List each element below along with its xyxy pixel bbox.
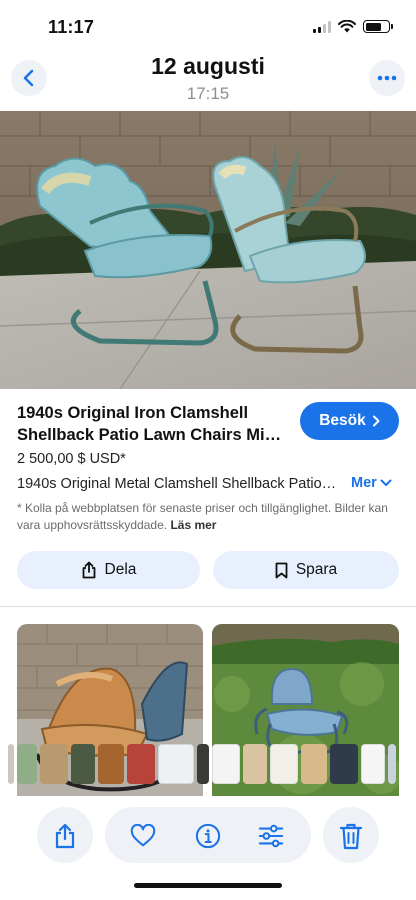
status-bar: 11:17 xyxy=(0,0,416,54)
listing-title[interactable]: 1940s Original Iron Clamshell Shellback … xyxy=(17,402,287,446)
bottom-toolbar xyxy=(0,805,416,865)
chevron-down-icon xyxy=(380,479,392,486)
photo-scrubber[interactable] xyxy=(8,741,408,787)
listing-description: 1940s Original Metal Clamshell Shellback… xyxy=(17,476,337,492)
nav-header: 12 augusti 17:15 xyxy=(0,50,416,110)
favorite-button[interactable] xyxy=(130,823,156,849)
chairs-photo xyxy=(0,111,416,389)
more-label: Mer xyxy=(351,475,377,491)
ellipsis-icon xyxy=(377,75,397,81)
status-time: 11:17 xyxy=(48,17,95,37)
description-row: 1940s Original Metal Clamshell Shellback… xyxy=(17,475,402,497)
trash-icon xyxy=(338,823,364,850)
scrubber-thumb[interactable] xyxy=(17,744,37,784)
toolbar-actions-group xyxy=(105,807,311,863)
save-button[interactable]: Spara xyxy=(213,551,399,589)
share-icon xyxy=(52,823,78,849)
scrubber-thumb[interactable] xyxy=(197,744,209,784)
battery-icon xyxy=(363,20,393,33)
scrubber-thumb[interactable] xyxy=(330,744,358,784)
disclaimer-note: * Kolla på webbplatsen för senaste prise… xyxy=(17,500,402,534)
scrubber-thumb[interactable] xyxy=(71,744,95,784)
cellular-signal-icon xyxy=(313,20,331,33)
bookmark-icon xyxy=(275,562,288,578)
info-button[interactable] xyxy=(195,823,221,849)
scrubber-thumb[interactable] xyxy=(270,744,298,784)
scrubber-thumb[interactable] xyxy=(127,744,155,784)
scrubber-thumb[interactable] xyxy=(158,744,194,784)
toolbar-share-button[interactable] xyxy=(37,807,93,863)
share-label: Dela xyxy=(104,561,137,578)
wifi-icon xyxy=(338,20,356,33)
chevron-right-icon xyxy=(372,415,380,427)
scrubber-thumb[interactable] xyxy=(388,744,396,784)
heart-icon xyxy=(130,824,156,847)
sliders-icon xyxy=(258,824,284,848)
delete-button[interactable] xyxy=(323,807,379,863)
scrubber-thumb[interactable] xyxy=(98,744,124,784)
scrubber-thumb[interactable] xyxy=(361,744,385,784)
section-divider xyxy=(0,606,416,607)
status-icons xyxy=(313,20,393,33)
listing-price: 2 500,00 $ USD* xyxy=(17,451,126,467)
more-options-button[interactable] xyxy=(369,60,405,96)
scrubber-thumb[interactable] xyxy=(8,744,14,784)
share-button[interactable]: Dela xyxy=(17,551,200,589)
info-icon xyxy=(195,823,221,849)
scrubber-thumb[interactable] xyxy=(40,744,68,784)
more-link[interactable]: Mer xyxy=(351,475,392,491)
visit-button[interactable]: Besök xyxy=(300,402,399,440)
adjust-button[interactable] xyxy=(258,823,284,849)
read-more-link[interactable]: Läs mer xyxy=(170,518,216,532)
scrubber-thumb[interactable] xyxy=(243,744,267,784)
share-icon xyxy=(82,561,95,579)
home-indicator[interactable] xyxy=(134,883,282,888)
main-photo[interactable] xyxy=(0,111,416,389)
page-title: 12 augusti xyxy=(151,53,265,79)
scrubber-thumb[interactable] xyxy=(212,744,240,784)
page-subtitle: 17:15 xyxy=(186,84,230,103)
scrubber-thumb[interactable] xyxy=(301,744,327,784)
save-label: Spara xyxy=(295,561,338,578)
visit-label: Besök xyxy=(319,412,366,429)
